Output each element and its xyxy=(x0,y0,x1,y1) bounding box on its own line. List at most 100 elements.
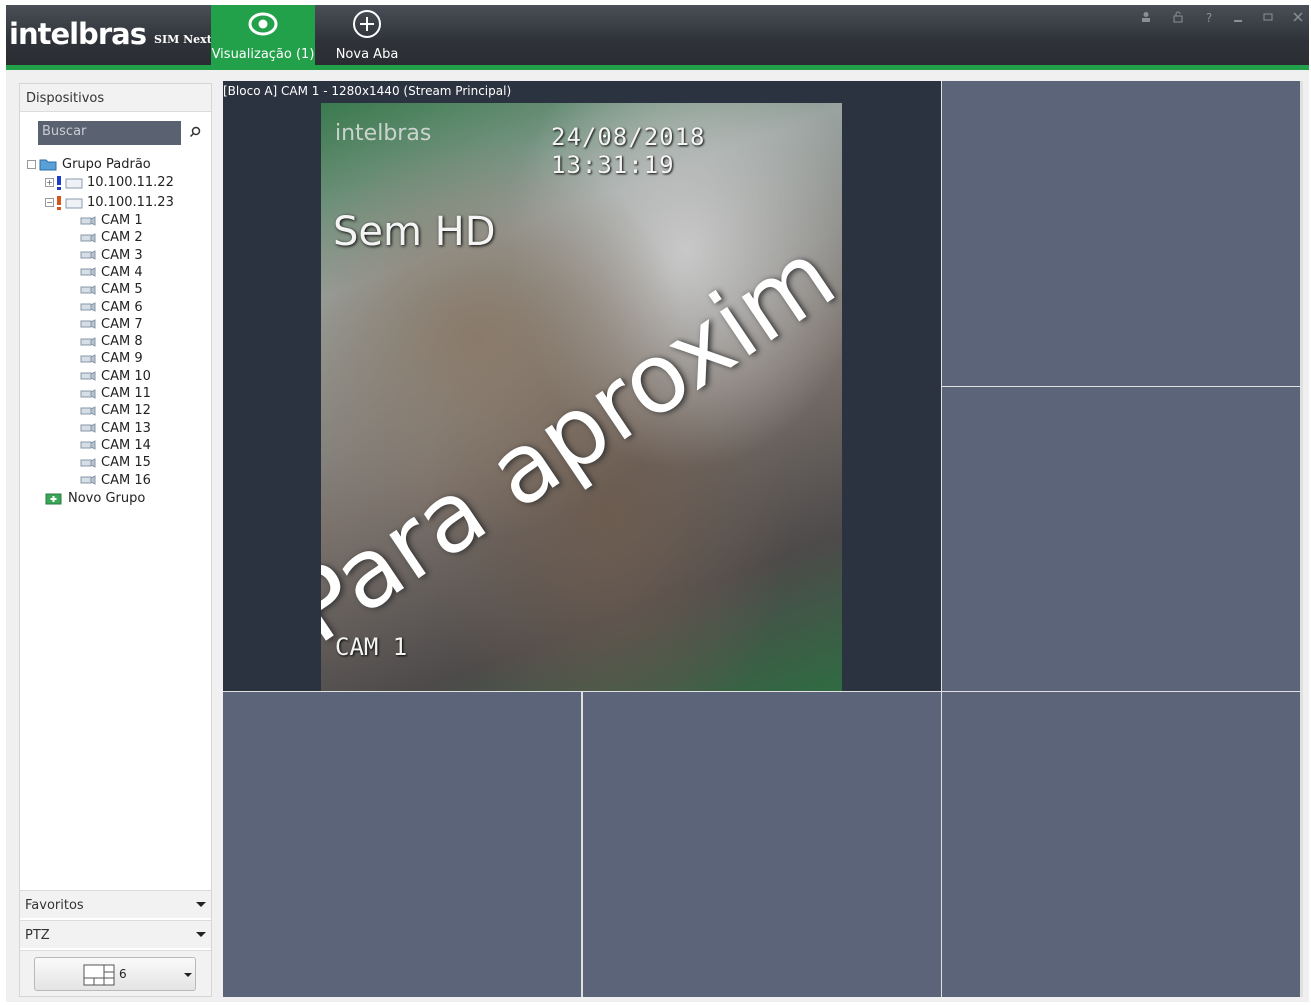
tree-camera-item[interactable]: CAM 10 xyxy=(80,368,151,385)
alert-icon xyxy=(57,175,61,190)
camera-icon xyxy=(80,440,96,451)
collapse-icon[interactable]: − xyxy=(45,198,54,207)
video-pane-empty[interactable] xyxy=(942,81,1300,386)
tree-camera-item[interactable]: CAM 5 xyxy=(80,281,143,298)
video-pane-empty[interactable] xyxy=(942,692,1300,997)
layout-select[interactable]: 6 xyxy=(34,957,196,991)
camera-label: CAM 9 xyxy=(101,351,143,367)
tab-nova-aba[interactable]: Nova Aba xyxy=(315,5,419,65)
camera-label: CAM 4 xyxy=(101,264,143,280)
chevron-down-icon xyxy=(196,902,206,907)
camera-feed[interactable]: intelbras 24/08/2018 13:31:19 Sem HD Par… xyxy=(321,103,842,691)
tree-camera-item[interactable]: CAM 8 xyxy=(80,333,143,350)
camera-label: CAM 14 xyxy=(101,437,151,453)
tree-camera-item[interactable]: CAM 1 xyxy=(80,212,143,229)
feed-camera-label: CAM 1 xyxy=(335,633,408,661)
tree-camera-item[interactable]: CAM 11 xyxy=(80,385,151,402)
tab-label: Visualização (1) xyxy=(211,47,315,62)
grid-layout-icon xyxy=(83,964,115,986)
tree-camera-item[interactable]: CAM 15 xyxy=(80,454,151,471)
device-label: 10.100.11.23 xyxy=(87,195,174,210)
feed-timestamp: 24/08/2018 13:31:19 xyxy=(551,123,706,179)
camera-icon xyxy=(80,232,96,243)
camera-label: CAM 6 xyxy=(101,299,143,315)
camera-icon xyxy=(80,267,96,278)
video-grid: [Bloco A] CAM 1 - 1280x1440 (Stream Prin… xyxy=(223,81,1303,997)
feed-overlay-text: Para aproxim xyxy=(321,219,842,665)
new-group-item[interactable]: Novo Grupo xyxy=(45,490,145,507)
expand-icon[interactable]: + xyxy=(45,178,54,187)
tree-camera-item[interactable]: CAM 6 xyxy=(80,299,143,316)
tab-label: Nova Aba xyxy=(335,47,399,62)
tree-camera-item[interactable]: CAM 7 xyxy=(80,316,143,333)
user-icon[interactable] xyxy=(1136,11,1156,27)
devices-sidebar: Dispositivos Buscar Grupo Padrão + 10.10… xyxy=(19,83,212,997)
new-group-label: Novo Grupo xyxy=(68,491,146,506)
help-icon[interactable]: ? xyxy=(1199,11,1219,27)
tree-camera-item[interactable]: CAM 13 xyxy=(80,420,151,437)
tree-camera-item[interactable]: CAM 3 xyxy=(80,247,143,264)
eye-icon xyxy=(248,12,278,36)
search-icon xyxy=(189,126,201,138)
search-button[interactable] xyxy=(183,121,207,145)
camera-icon xyxy=(80,284,96,295)
brand-logo: intelbras xyxy=(9,17,147,51)
camera-label: CAM 8 xyxy=(101,334,143,350)
camera-label: CAM 10 xyxy=(101,368,151,384)
title-bar-accent xyxy=(6,65,1309,70)
chevron-down-icon xyxy=(196,932,206,937)
checkbox-icon[interactable] xyxy=(27,160,36,169)
feed-no-hd-text: Sem HD xyxy=(333,209,496,255)
sidebar-header: Dispositivos xyxy=(20,84,211,112)
device-label: 10.100.11.22 xyxy=(87,175,174,190)
new-group-icon xyxy=(45,493,62,505)
camera-icon xyxy=(80,250,96,260)
tree-camera-item[interactable]: CAM 16 xyxy=(80,472,151,489)
camera-icon xyxy=(80,457,96,468)
folder-icon xyxy=(39,159,57,171)
camera-icon xyxy=(80,388,96,399)
dvr-icon xyxy=(65,198,83,208)
tree-camera-item[interactable]: CAM 9 xyxy=(80,350,143,367)
video-pane-empty[interactable] xyxy=(942,387,1300,691)
tree-camera-item[interactable]: CAM 12 xyxy=(80,402,151,419)
camera-icon xyxy=(80,475,96,485)
maximize-icon[interactable] xyxy=(1258,11,1278,27)
tree-device[interactable]: − 10.100.11.23 xyxy=(45,194,174,211)
title-bar: intelbras SIM Next Visualização (1) Nova… xyxy=(6,5,1309,65)
camera-icon xyxy=(80,215,96,226)
camera-label: CAM 3 xyxy=(101,247,143,263)
layout-area: 6 xyxy=(20,950,211,996)
alert-icon xyxy=(57,195,61,210)
tree-group-default[interactable]: Grupo Padrão xyxy=(27,156,151,173)
ptz-accordion[interactable]: PTZ xyxy=(20,920,211,948)
minimize-icon[interactable] xyxy=(1228,11,1248,27)
close-icon[interactable] xyxy=(1288,11,1308,27)
dvr-icon xyxy=(65,178,83,188)
video-pane-empty[interactable] xyxy=(583,692,941,997)
camera-icon xyxy=(80,302,96,312)
search-input[interactable]: Buscar xyxy=(38,121,181,145)
lock-icon[interactable] xyxy=(1168,11,1188,27)
video-pane-main[interactable]: [Bloco A] CAM 1 - 1280x1440 (Stream Prin… xyxy=(223,81,941,691)
favorites-accordion[interactable]: Favoritos xyxy=(20,890,211,918)
camera-label: CAM 16 xyxy=(101,472,151,488)
tree-camera-item[interactable]: CAM 2 xyxy=(80,229,143,246)
tab-visualizacao[interactable]: Visualização (1) xyxy=(211,5,315,65)
camera-label: CAM 1 xyxy=(101,213,143,228)
camera-icon xyxy=(80,354,96,364)
camera-label: CAM 5 xyxy=(101,282,143,298)
tree-device[interactable]: + 10.100.11.22 xyxy=(45,174,174,191)
favorites-label: Favoritos xyxy=(25,898,84,913)
group-label: Grupo Padrão xyxy=(62,157,151,172)
camera-icon xyxy=(80,423,96,433)
tree-camera-item[interactable]: CAM 14 xyxy=(80,437,151,454)
camera-icon xyxy=(80,405,96,416)
tree-camera-item[interactable]: CAM 4 xyxy=(80,264,143,281)
camera-label: CAM 13 xyxy=(101,420,151,436)
camera-icon xyxy=(80,319,96,330)
camera-label: CAM 12 xyxy=(101,403,151,419)
brand-subtitle: SIM Next xyxy=(154,33,212,46)
video-pane-empty[interactable] xyxy=(223,692,581,997)
feed-watermark: intelbras xyxy=(335,121,432,146)
